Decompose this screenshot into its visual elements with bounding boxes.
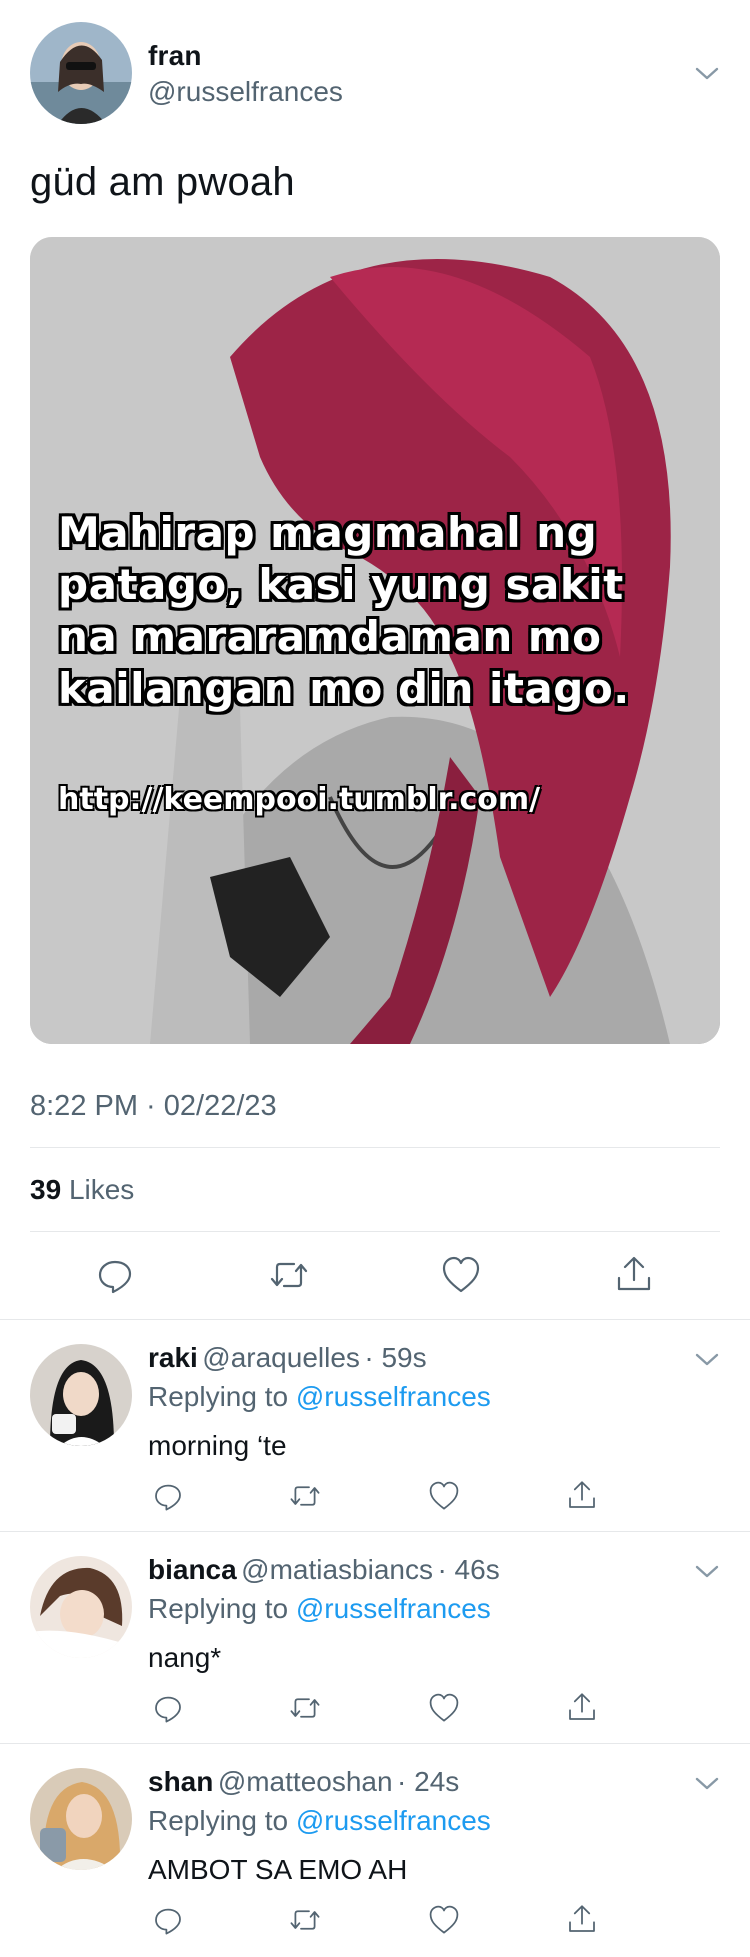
- reply-button[interactable]: [152, 1904, 184, 1936]
- divider: [0, 1743, 750, 1744]
- replying-label: Replying to: [148, 1381, 289, 1412]
- author-name[interactable]: fran: [148, 40, 202, 72]
- reply-button[interactable]: [95, 1255, 135, 1295]
- divider: [0, 1531, 750, 1532]
- chevron-down-icon[interactable]: [692, 1556, 722, 1586]
- replying-to: Replying to @russelfrances: [148, 1381, 491, 1413]
- reply-time: · 24s: [397, 1766, 460, 1797]
- image-caption-text: Mahirap magmahal ng patago, kasi yung sa…: [58, 508, 630, 713]
- replying-label: Replying to: [148, 1593, 289, 1624]
- reply-avatar[interactable]: [30, 1344, 132, 1446]
- likes-count-link[interactable]: 39 Likes: [30, 1174, 134, 1206]
- tweet-text: güd am pwoah: [30, 160, 295, 204]
- retweet-icon: [290, 1698, 320, 1718]
- replying-to-link[interactable]: @russelfrances: [296, 1593, 491, 1624]
- reply-avatar[interactable]: [30, 1556, 132, 1658]
- likes-count: 39: [30, 1174, 62, 1205]
- share-icon: [569, 1481, 595, 1508]
- reply-author-name[interactable]: raki: [148, 1342, 198, 1373]
- replying-to-link[interactable]: @russelfrances: [296, 1381, 491, 1412]
- reply-author-handle[interactable]: @matiasbiancs: [241, 1554, 433, 1585]
- heart-icon: [442, 1256, 480, 1293]
- divider: [30, 1147, 720, 1148]
- divider: [0, 1319, 750, 1320]
- chevron-down-icon[interactable]: [692, 58, 722, 88]
- replying-to: Replying to @russelfrances: [148, 1805, 491, 1837]
- reply-icon: [155, 1696, 181, 1723]
- reply-button[interactable]: [152, 1692, 184, 1724]
- heart-icon: [429, 1905, 459, 1934]
- replying-to-link[interactable]: @russelfrances: [296, 1805, 491, 1836]
- reply-icon: [155, 1908, 181, 1935]
- reply-text: morning ‘te: [148, 1430, 287, 1461]
- reply-author-name[interactable]: bianca: [148, 1554, 237, 1585]
- share-button[interactable]: [566, 1691, 598, 1723]
- share-button[interactable]: [614, 1254, 654, 1294]
- reply-author-handle[interactable]: @matteoshan: [218, 1766, 393, 1797]
- retweet-button[interactable]: [268, 1255, 310, 1295]
- reply-header: shan @matteoshan · 24s: [148, 1766, 459, 1798]
- author-handle[interactable]: @russelfrances: [148, 76, 343, 108]
- divider: [30, 1231, 720, 1232]
- tweet-timestamp[interactable]: 8:22 PM · 02/22/23: [30, 1090, 277, 1123]
- tweet-image[interactable]: Mahirap magmahal ng patago, kasi yung sa…: [30, 237, 720, 1044]
- reply-author-name[interactable]: shan: [148, 1766, 213, 1797]
- reply-icon: [98, 1260, 132, 1294]
- share-icon: [569, 1693, 595, 1720]
- retweet-button[interactable]: [288, 1692, 322, 1724]
- share-icon: [569, 1905, 595, 1932]
- heart-icon: [429, 1481, 459, 1510]
- reply-text: AMBOT SA EMO AH: [148, 1854, 408, 1885]
- like-button[interactable]: [441, 1256, 481, 1294]
- chevron-down-icon[interactable]: [692, 1344, 722, 1374]
- image-url-text: http://keempooi.tumblr.com/: [58, 782, 541, 817]
- likes-label: Likes: [68, 1174, 135, 1205]
- like-button[interactable]: [428, 1693, 460, 1723]
- heart-icon: [429, 1693, 459, 1722]
- replying-to: Replying to @russelfrances: [148, 1593, 491, 1625]
- replying-label: Replying to: [148, 1805, 289, 1836]
- reply-time: · 59s: [364, 1342, 427, 1373]
- retweet-button[interactable]: [288, 1904, 322, 1936]
- retweet-button[interactable]: [288, 1480, 322, 1512]
- retweet-icon: [290, 1486, 320, 1506]
- share-button[interactable]: [566, 1903, 598, 1935]
- reply-avatar[interactable]: [30, 1768, 132, 1870]
- reply-text: nang*: [148, 1642, 222, 1673]
- share-button[interactable]: [566, 1479, 598, 1511]
- share-icon: [617, 1256, 651, 1291]
- reply-time: · 46s: [437, 1554, 500, 1585]
- like-button[interactable]: [428, 1481, 460, 1511]
- reply-button[interactable]: [152, 1480, 184, 1512]
- like-button[interactable]: [428, 1905, 460, 1935]
- author-avatar[interactable]: [30, 22, 132, 124]
- reply-icon: [155, 1484, 181, 1511]
- chevron-down-icon[interactable]: [692, 1768, 722, 1798]
- retweet-icon: [270, 1262, 308, 1288]
- retweet-icon: [290, 1910, 320, 1930]
- reply-header: raki @araquelles · 59s: [148, 1342, 427, 1374]
- reply-header: bianca @matiasbiancs · 46s: [148, 1554, 500, 1586]
- reply-author-handle[interactable]: @araquelles: [202, 1342, 360, 1373]
